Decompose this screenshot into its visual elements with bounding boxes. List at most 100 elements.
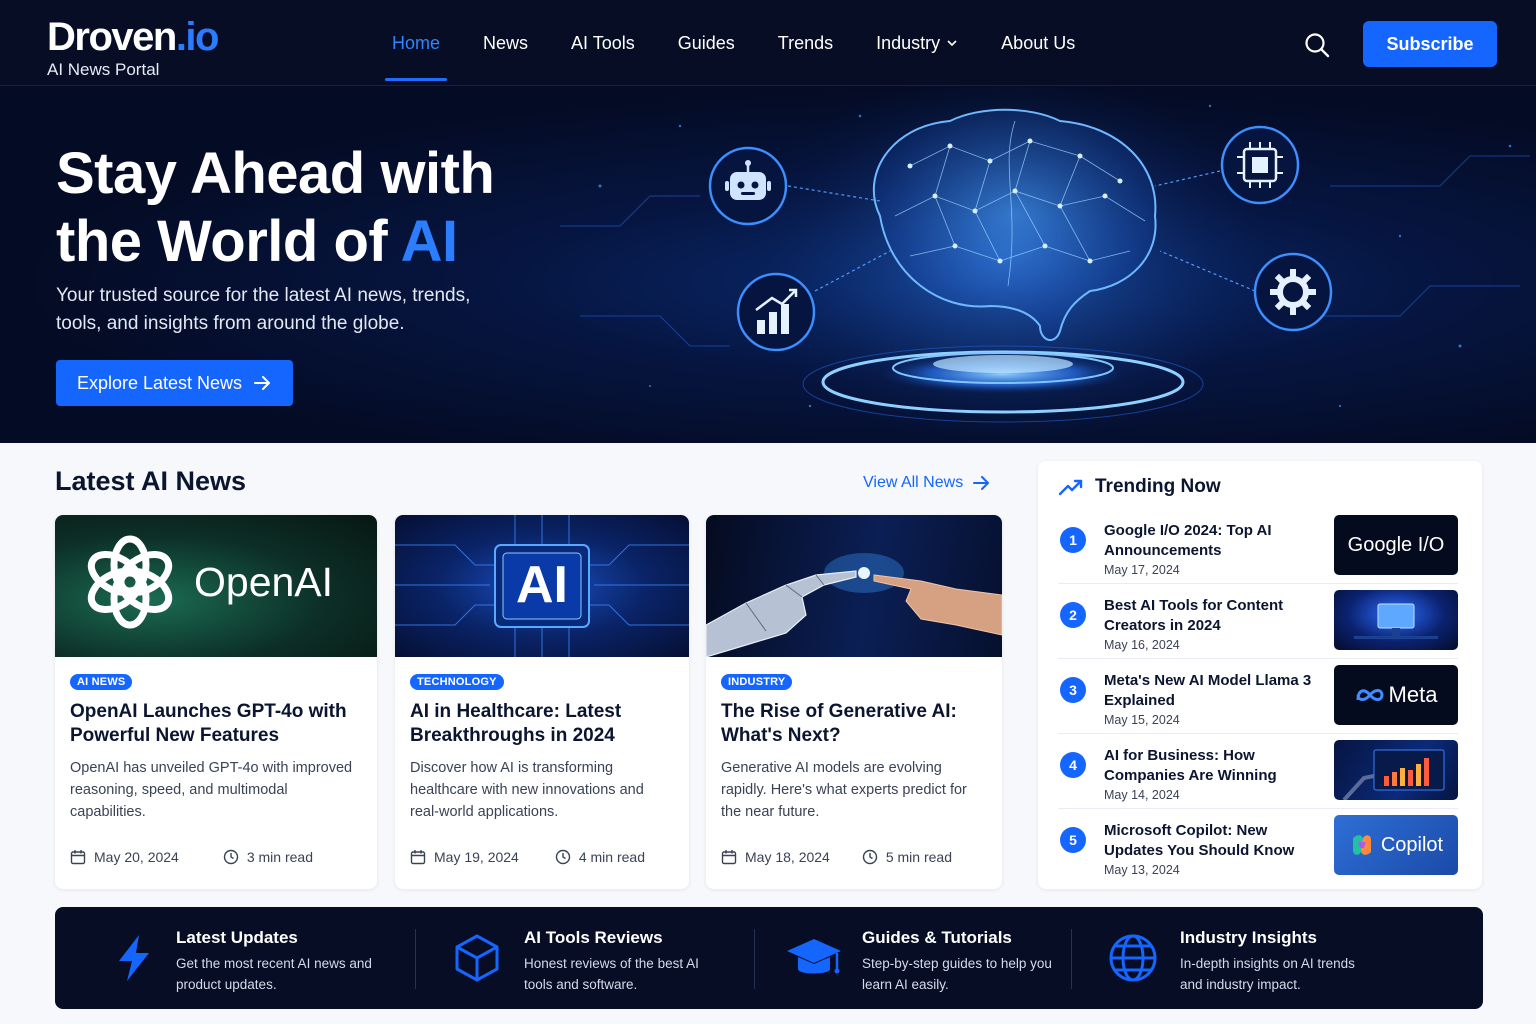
view-all-news-link[interactable]: View All News <box>863 474 990 492</box>
trending-thumbnail: Copilot <box>1334 815 1458 875</box>
trending-panel: Trending Now 1 Google I/O 2024: Top AI A… <box>1038 461 1482 889</box>
feature-desc: Step-by-step guides to help you learn AI… <box>862 956 1052 992</box>
trending-item[interactable]: 3 Meta's New AI Model Llama 3 Explained … <box>1058 665 1458 746</box>
trending-title[interactable]: Google I/O 2024: Top AI Announcements <box>1104 521 1314 561</box>
calendar-icon <box>70 850 86 865</box>
feature-title: Guides & Tutorials <box>862 928 1012 947</box>
trending-heading: Trending Now <box>1059 476 1221 498</box>
chevron-down-icon <box>947 40 957 47</box>
feature-guides-tutorials[interactable]: Guides & Tutorials Step-by-step guides t… <box>755 907 1071 1009</box>
nav-ai-tools[interactable]: AI Tools <box>555 0 651 86</box>
openai-logo-icon <box>87 535 173 629</box>
robot-human-hands-image <box>706 553 1002 657</box>
calendar-icon <box>721 850 737 865</box>
feature-desc: Get the most recent AI news and product … <box>176 956 372 992</box>
logo-tagline: AI News Portal <box>47 60 160 79</box>
cube-icon <box>455 934 499 982</box>
calendar-icon <box>410 850 426 865</box>
divider <box>1058 733 1458 734</box>
gear-icon <box>1253 252 1333 332</box>
monitor-desk-image <box>1354 603 1438 639</box>
nav-guides[interactable]: Guides <box>662 0 751 86</box>
divider <box>1058 808 1458 809</box>
business-chart-image <box>1342 749 1445 800</box>
card-image <box>706 515 1002 657</box>
feature-title: AI Tools Reviews <box>524 928 663 947</box>
card-meta: May 20, 2024 3 min read <box>70 849 313 865</box>
category-tag[interactable]: AI NEWS <box>70 674 133 690</box>
card-image-wordmark: AI <box>516 556 568 614</box>
card-description: OpenAI has unveiled GPT-4o with improved… <box>70 760 353 820</box>
nav-home[interactable]: Home <box>376 0 456 86</box>
arrow-right-icon <box>254 376 271 390</box>
trending-item[interactable]: 4 AI for Business: How Companies Are Win… <box>1058 740 1458 821</box>
copilot-logo-icon <box>1352 835 1371 855</box>
hero-illustration <box>560 86 1530 443</box>
news-card[interactable]: OpenAI AI NEWS OpenAI Launches GPT-4o wi… <box>55 515 377 889</box>
trending-item[interactable]: 5 Microsoft Copilot: New Updates You Sho… <box>1058 815 1458 896</box>
card-image-wordmark: OpenAI <box>194 559 334 605</box>
feature-desc: Honest reviews of the best AI tools and … <box>524 956 699 992</box>
graduation-cap-icon <box>787 939 841 974</box>
trending-date: May 14, 2024 <box>1104 788 1180 802</box>
feature-desc: In-depth insights on AI trends and indus… <box>1180 956 1355 992</box>
explore-latest-news-button[interactable]: Explore Latest News <box>56 360 293 406</box>
clock-icon <box>223 849 239 865</box>
trending-date: May 16, 2024 <box>1104 638 1180 652</box>
hero-subtitle: Your trusted source for the latest AI ne… <box>56 285 471 334</box>
meta-logo-icon <box>1356 689 1384 701</box>
divider <box>1058 583 1458 584</box>
card-title[interactable]: AI in Healthcare: Latest Breakthroughs i… <box>410 700 674 748</box>
trending-thumbnail <box>1334 740 1458 800</box>
trending-title[interactable]: Meta's New AI Model Llama 3 Explained <box>1104 671 1314 711</box>
rank-badge: 4 <box>1060 752 1086 778</box>
divider <box>1058 658 1458 659</box>
card-date: May 20, 2024 <box>94 849 179 865</box>
trending-thumbnail: Meta <box>1334 665 1458 725</box>
trending-title[interactable]: Best AI Tools for Content Creators in 20… <box>1104 596 1314 636</box>
card-description: Generative AI models are evolving rapidl… <box>721 760 967 820</box>
card-read-time: 4 min read <box>578 849 645 865</box>
nav-about-us[interactable]: About Us <box>985 0 1091 86</box>
trending-item[interactable]: 2 Best AI Tools for Content Creators in … <box>1058 590 1458 671</box>
search-icon[interactable] <box>1303 31 1331 59</box>
trending-date: May 17, 2024 <box>1104 563 1180 577</box>
rank-badge: 2 <box>1060 602 1086 628</box>
logo-wordmark: Droven.io <box>47 15 219 59</box>
feature-title: Industry Insights <box>1180 928 1317 947</box>
hero-title: Stay Ahead with the World of AI <box>56 141 495 274</box>
trending-date: May 15, 2024 <box>1104 713 1180 727</box>
card-date: May 19, 2024 <box>434 849 519 865</box>
card-description: Discover how AI is transforming healthca… <box>410 760 644 820</box>
main-nav: Home News AI Tools Guides Trends Industr… <box>376 0 1102 86</box>
feature-ai-tools-reviews[interactable]: AI Tools Reviews Honest reviews of the b… <box>416 907 754 1009</box>
category-tag[interactable]: TECHNOLOGY <box>410 674 504 690</box>
trending-item[interactable]: 1 Google I/O 2024: Top AI Announcements … <box>1058 515 1458 596</box>
feature-latest-updates[interactable]: Latest Updates Get the most recent AI ne… <box>55 907 415 1009</box>
nav-news[interactable]: News <box>467 0 544 86</box>
trending-thumbnail <box>1334 590 1458 650</box>
category-tag[interactable]: INDUSTRY <box>721 674 793 690</box>
trending-title[interactable]: AI for Business: How Companies Are Winni… <box>1104 746 1314 786</box>
latest-news-heading: Latest AI News <box>55 466 247 496</box>
subscribe-button[interactable]: Subscribe <box>1363 21 1497 67</box>
brand-logo[interactable]: Droven.io AI News Portal <box>47 15 219 80</box>
card-date: May 18, 2024 <box>745 849 830 865</box>
trending-date: May 13, 2024 <box>1104 863 1180 877</box>
card-meta: May 19, 2024 4 min read <box>410 849 645 865</box>
nav-trends[interactable]: Trends <box>762 0 849 86</box>
feature-title: Latest Updates <box>176 928 298 947</box>
rank-badge: 5 <box>1060 827 1086 853</box>
chip-icon <box>1220 125 1300 205</box>
news-card[interactable]: AI TECHNOLOGY AI in Healthcare: Latest B… <box>395 515 689 889</box>
features-bar: Latest Updates Get the most recent AI ne… <box>55 907 1483 1009</box>
trending-title[interactable]: Microsoft Copilot: New Updates You Shoul… <box>1104 821 1314 861</box>
nav-industry-dropdown[interactable]: Industry <box>860 0 974 86</box>
feature-industry-insights[interactable]: Industry Insights In-depth insights on A… <box>1072 907 1483 1009</box>
chart-growth-icon <box>736 272 816 352</box>
card-read-time: 3 min read <box>246 849 313 865</box>
card-title[interactable]: The Rise of Generative AI: What's Next? <box>721 700 987 748</box>
globe-icon <box>1109 934 1157 982</box>
news-card[interactable]: INDUSTRY The Rise of Generative AI: What… <box>706 515 1002 889</box>
card-title[interactable]: OpenAI Launches GPT-4o with Powerful New… <box>70 700 362 748</box>
